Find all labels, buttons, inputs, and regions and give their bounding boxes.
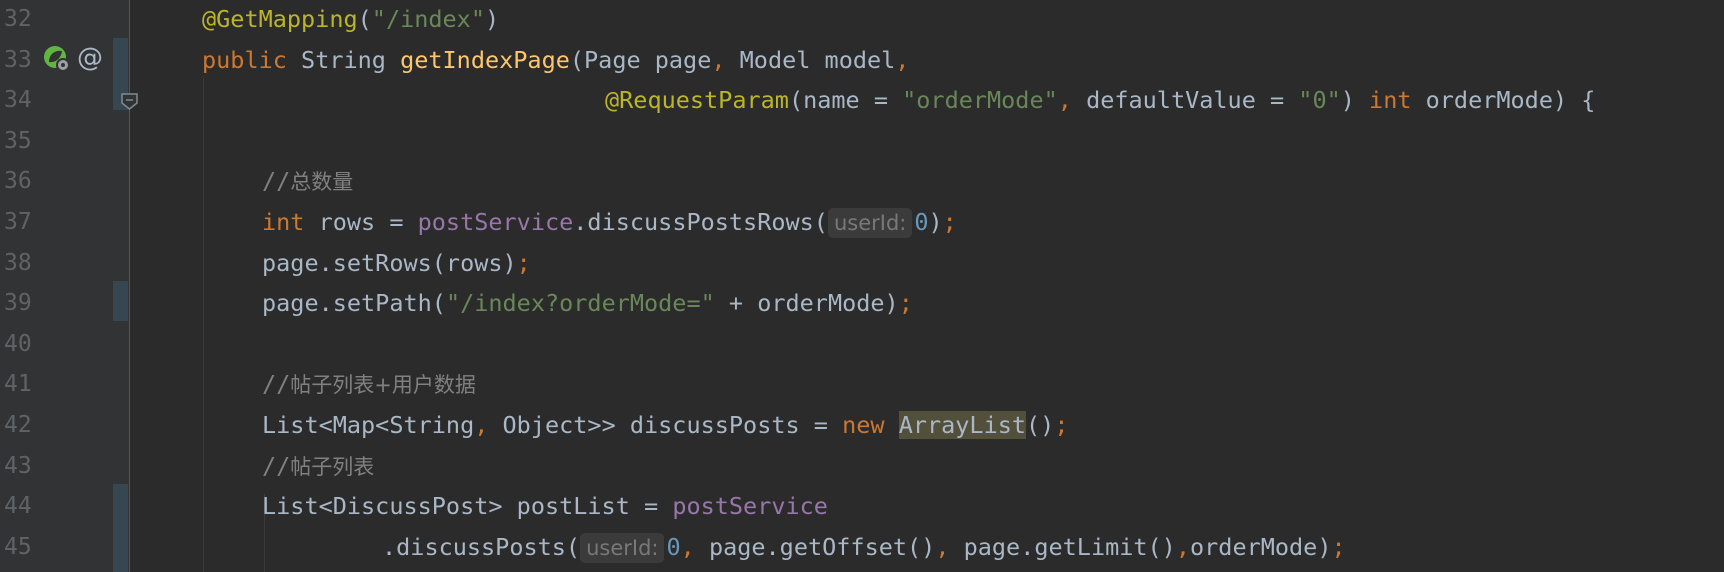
code-token: .discussPostsRows( [573,208,828,236]
code-line[interactable]: //帖子列表+用户数据 [262,364,476,404]
code-token: int [1369,86,1426,115]
code-token: Model model [739,45,896,74]
code-line[interactable]: //帖子列表 [262,446,374,486]
inlay-hint: userId: [827,208,913,238]
inlay-hint: userId: [580,532,665,563]
code-token: Object>> discussPosts = [502,411,843,439]
line-number[interactable]: 33 [4,40,44,80]
code-token: , [1175,532,1190,561]
code-token: @RequestParam [605,86,789,115]
code-token: ) [484,5,500,33]
code-token: page.getLimit() [963,532,1176,561]
line-number[interactable]: 34 [4,80,44,120]
code-token: 帖子列表 [290,454,375,479]
code-token: 总数量 [290,170,354,195]
at-icon[interactable]: @ [77,41,103,75]
code-token: orderMode) { [1425,86,1596,115]
line-number[interactable]: 36 [4,161,44,201]
code-token: , [711,45,740,74]
code-token: "/index?orderMode=" [445,289,715,318]
code-token: ) [1340,86,1370,115]
code-line[interactable]: int rows = postService.discussPostsRows(… [262,202,957,242]
code-token: + orderMode) [714,289,899,318]
code-line[interactable]: List<DiscussPost> postList = postService [262,486,828,526]
indent-guide [203,78,204,572]
code-editor[interactable]: @ 32 33 34 35 36 37 38 39 40 41 42 43 44 45 @GetMappi… [0,0,1724,572]
code-line[interactable]: page.setRows(rows); [262,243,531,283]
fold-marker-icon[interactable] [121,93,138,110]
code-token: , [1057,86,1087,115]
code-token: public [202,45,302,74]
code-token: ( [357,5,372,33]
code-token: , [474,411,503,439]
code-token: "0" [1298,86,1341,115]
code-token: 0 [914,208,929,236]
change-marker[interactable] [113,484,128,572]
code-token: defaultValue = [1086,86,1299,115]
line-number[interactable]: 43 [4,446,44,486]
code-line[interactable]: //总数量 [262,161,353,201]
code-token: postService [672,492,828,521]
code-token: ; [942,208,957,236]
code-token: getIndexPage [400,45,570,74]
code-token: "orderMode" [902,86,1058,115]
line-number[interactable]: 45 [4,527,44,567]
code-line[interactable]: @RequestParam(name = "orderMode", defaul… [605,80,1595,120]
code-token: // [262,451,291,480]
code-token: @GetMapping [202,5,358,33]
code-token: , [895,45,910,74]
code-token: () [1026,411,1055,439]
code-token: ; [1054,411,1069,439]
code-line[interactable]: .discussPosts(userId: 0, page.getOffset()… [382,527,1346,567]
line-number[interactable]: 37 [4,202,44,242]
code-token: 0 [666,532,681,561]
code-token: .discussPosts( [382,532,581,561]
code-token: ; [1331,532,1346,561]
code-token: ; [516,248,531,277]
code-token: 帖子列表+用户数据 [290,373,476,398]
code-token: ; [898,289,913,318]
line-number[interactable]: 38 [4,243,44,283]
code-token: // [262,167,291,196]
change-marker[interactable] [113,38,128,78]
code-token: List<Map<String [262,411,475,439]
code-line[interactable]: public String getIndexPage(Page page, Mo… [202,40,909,80]
code-token: (name = [788,86,903,115]
code-token: page.setPath( [262,289,446,318]
code-token: , [680,532,709,561]
code-line[interactable]: @GetMapping("/index") [202,0,499,39]
line-number[interactable]: 44 [4,486,44,526]
code-token: String [301,45,401,74]
code-token: List<DiscussPost> postList = [262,492,673,521]
code-token: rows = [318,208,418,236]
code-token: int [262,208,319,236]
line-number[interactable]: 32 [4,0,44,39]
line-number[interactable]: 39 [4,283,44,323]
code-token: page.getOffset() [708,532,936,561]
code-token: , [935,532,964,561]
line-number[interactable]: 41 [4,364,44,404]
spring-bean-icon[interactable] [42,44,72,74]
change-marker[interactable] [113,281,128,321]
code-token: ) [928,208,943,236]
code-token: ArrayList [898,411,1027,439]
code-line[interactable]: List<Map<String, Object>> discussPosts =… [262,405,1068,445]
line-number[interactable]: 40 [4,324,44,364]
code-token: postService [417,208,574,236]
code-token: orderMode) [1190,532,1332,561]
code-token: (Page page [569,45,712,74]
line-number[interactable]: 42 [4,405,44,445]
gutter-separator [129,0,130,572]
code-token: page.setRows(rows) [262,248,517,277]
line-number[interactable]: 35 [4,121,44,161]
code-line[interactable]: page.setPath("/index?orderMode=" + order… [262,283,913,323]
code-token: // [262,370,291,399]
code-token: new [842,411,899,439]
code-token: "/index" [371,5,485,33]
